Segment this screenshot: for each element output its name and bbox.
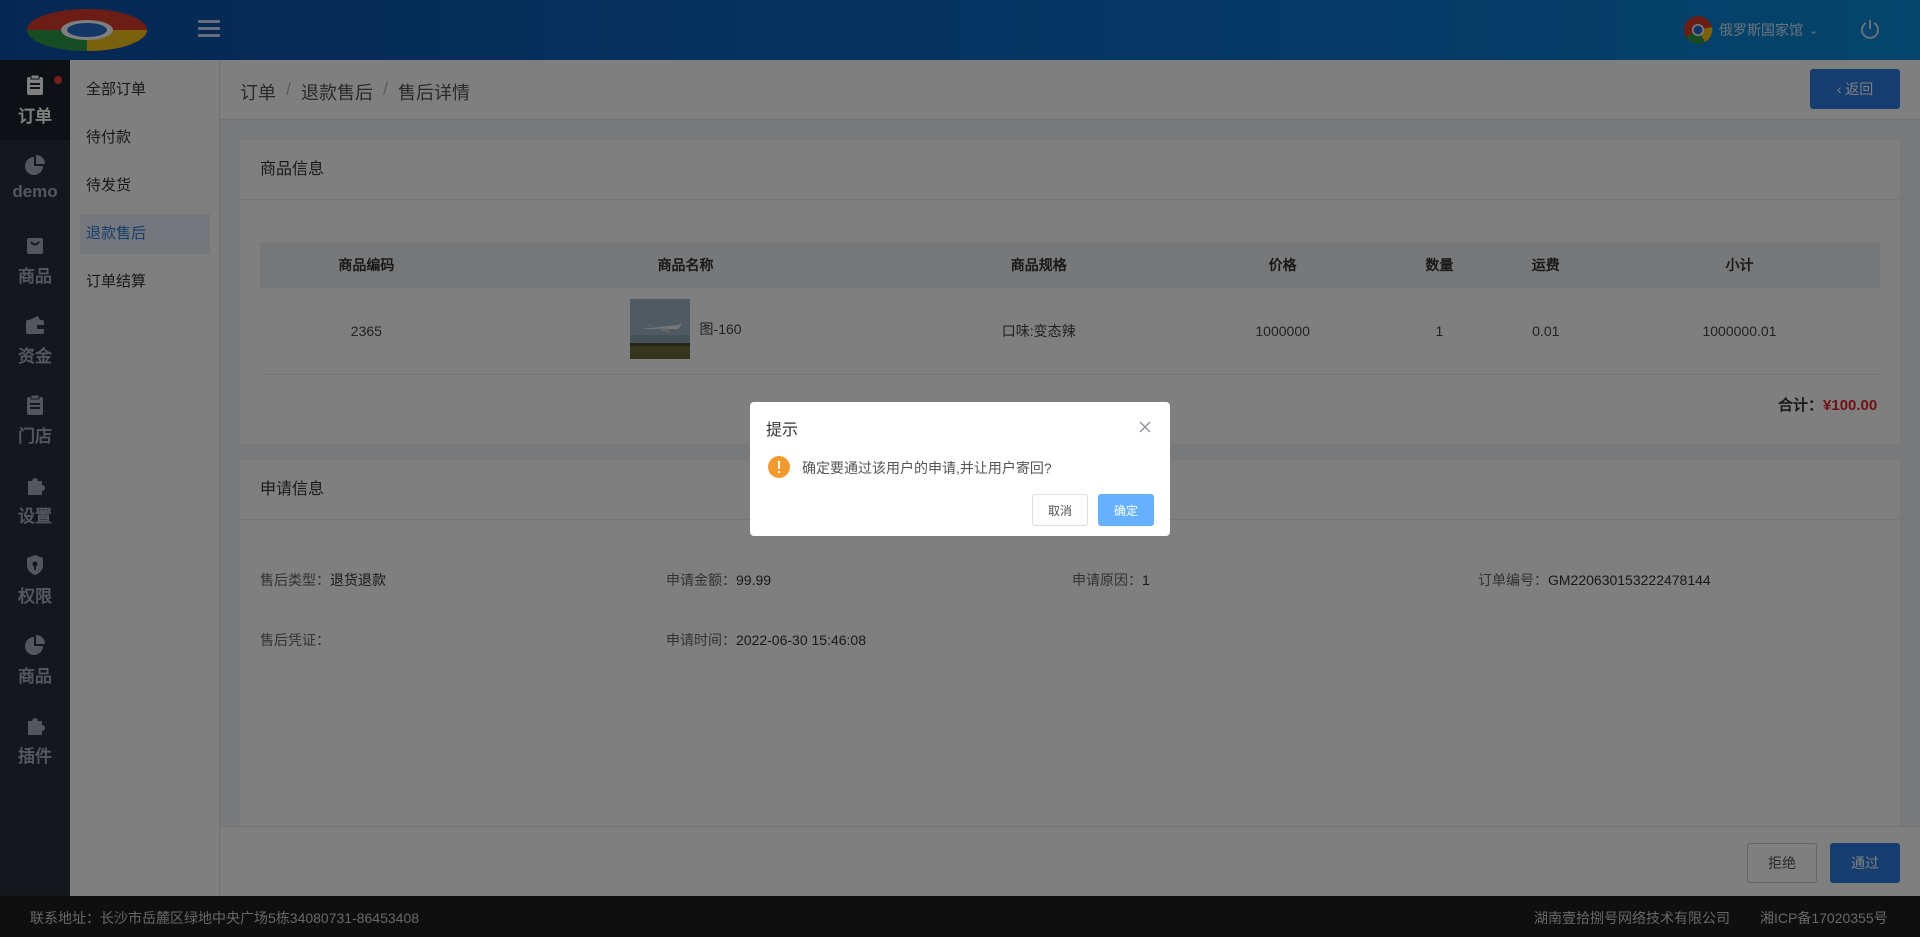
dialog-title: 提示 xyxy=(766,422,799,439)
close-icon[interactable] xyxy=(1138,420,1152,434)
warning-icon xyxy=(768,456,790,478)
confirm-dialog: 提示 确定要通过该用户的申请,并让用户寄回? 取消 确定 xyxy=(750,402,1170,536)
dialog-message: 确定要通过该用户的申请,并让用户寄回? xyxy=(802,460,1052,476)
confirm-button[interactable]: 确定 xyxy=(1098,494,1154,526)
modal-overlay[interactable]: 提示 确定要通过该用户的申请,并让用户寄回? 取消 确定 xyxy=(0,0,1920,937)
cancel-button[interactable]: 取消 xyxy=(1032,494,1088,526)
